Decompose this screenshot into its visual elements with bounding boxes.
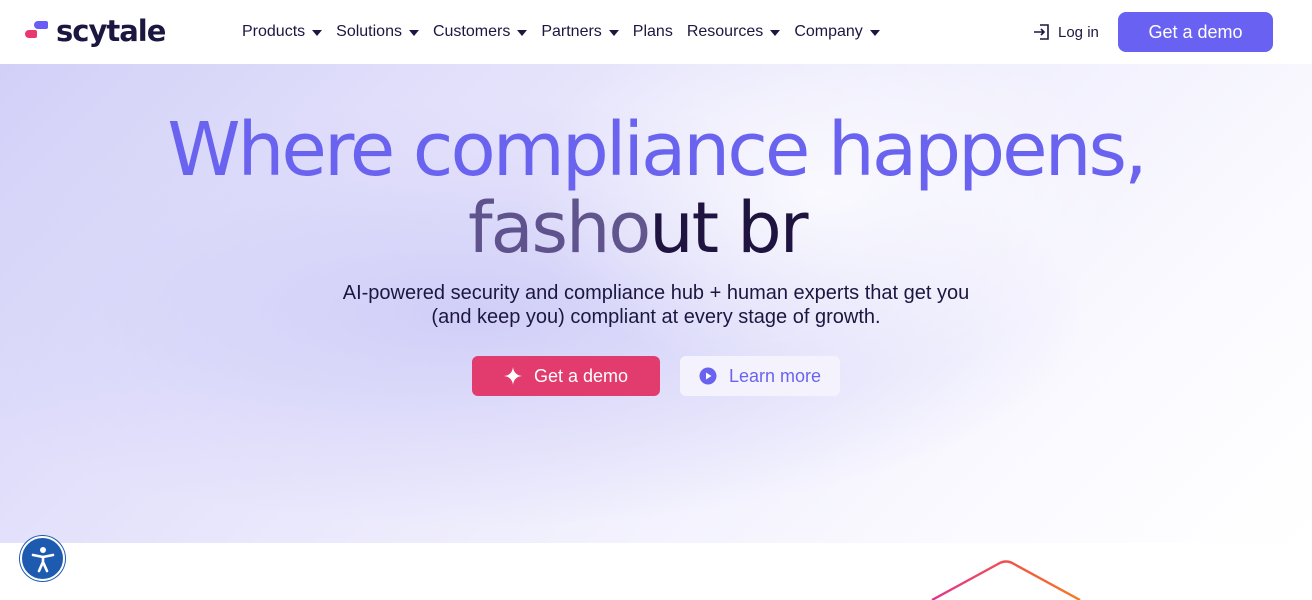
hero-typed-word: fashout br bbox=[468, 187, 808, 269]
nav-item-products[interactable]: Products bbox=[242, 20, 323, 44]
login-label: Log in bbox=[1058, 23, 1099, 41]
site-header: scytale Products Solutions Customers Par… bbox=[0, 0, 1312, 64]
nav-item-solutions[interactable]: Solutions bbox=[336, 20, 419, 44]
nav-item-resources[interactable]: Resources bbox=[686, 20, 781, 44]
typed-ghost-text: fasho bbox=[468, 187, 651, 269]
nav-label: Plans bbox=[632, 23, 673, 40]
header-get-demo-button[interactable]: Get a demo bbox=[1118, 12, 1273, 52]
chevron-down-icon bbox=[517, 30, 528, 36]
hero-section: Where compliance happens, fashout br AI-… bbox=[0, 64, 1312, 543]
nav-label: Company bbox=[794, 23, 863, 40]
chevron-down-icon bbox=[408, 30, 419, 36]
logo-mark-icon bbox=[24, 19, 52, 43]
logo-text: scytale bbox=[56, 14, 166, 48]
scytale-logo[interactable]: scytale bbox=[24, 14, 166, 48]
nav-item-company[interactable]: Company bbox=[794, 20, 880, 44]
nav-item-customers[interactable]: Customers bbox=[432, 20, 528, 44]
typed-solid-text: ut br bbox=[649, 187, 808, 269]
chevron-down-icon bbox=[312, 30, 323, 36]
login-link[interactable]: Log in bbox=[1032, 20, 1099, 44]
hero-subtitle-line-1: AI-powered security and compliance hub +… bbox=[342, 282, 970, 304]
nav-label: Partners bbox=[541, 23, 602, 40]
nav-item-partners[interactable]: Partners bbox=[541, 20, 619, 44]
hero-learn-more-label: Learn more bbox=[728, 365, 822, 386]
sparkle-icon bbox=[503, 367, 522, 385]
hero-subtitle-line-2: (and keep you) compliant at every stage … bbox=[431, 306, 881, 328]
nav-label: Resources bbox=[686, 23, 764, 40]
chevron-down-icon bbox=[608, 30, 619, 36]
main-nav: Products Solutions Customers Partners Pl… bbox=[242, 20, 894, 44]
decorative-diamond-shape bbox=[931, 560, 1081, 600]
nav-label: Solutions bbox=[336, 23, 402, 40]
chevron-down-icon bbox=[869, 30, 880, 36]
hero-learn-more-button[interactable]: Learn more bbox=[680, 356, 840, 396]
accessibility-button[interactable] bbox=[20, 536, 65, 581]
hero-headline: Where compliance happens, bbox=[167, 107, 1147, 193]
nav-label: Customers bbox=[432, 23, 511, 40]
chevron-down-icon bbox=[770, 30, 781, 36]
nav-label: Products bbox=[242, 23, 306, 40]
login-icon bbox=[1034, 24, 1049, 40]
hero-get-demo-button[interactable]: Get a demo bbox=[472, 356, 660, 396]
hero-get-demo-label: Get a demo bbox=[533, 365, 629, 386]
play-circle-icon bbox=[699, 367, 717, 385]
hero-subtitle: AI-powered security and compliance hub +… bbox=[256, 281, 1056, 329]
nav-item-plans[interactable]: Plans bbox=[633, 20, 673, 44]
accessibility-icon bbox=[31, 546, 54, 572]
